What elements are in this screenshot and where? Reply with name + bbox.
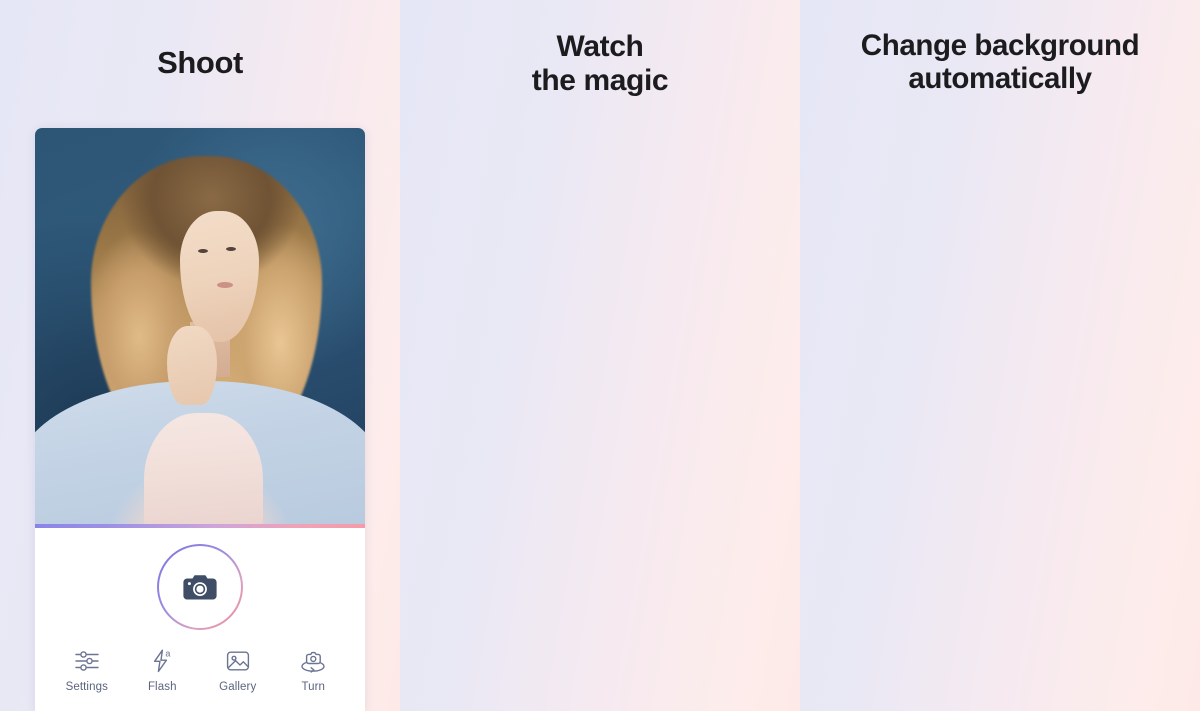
- phone-card-shoot: Settings a Flash Gallery Turn: [35, 128, 365, 711]
- page-title-shoot: Shoot: [0, 45, 400, 81]
- gallery-image-icon: [225, 648, 251, 674]
- settings-sliders-icon: [74, 648, 100, 674]
- title-line: Change background: [860, 29, 1140, 62]
- camera-preview[interactable]: [35, 128, 365, 524]
- camera-controls: Settings a Flash Gallery Turn: [35, 528, 365, 711]
- camera-icon: [183, 574, 217, 601]
- page-title-watch: Watch the magic: [400, 30, 800, 97]
- svg-text:a: a: [166, 648, 171, 658]
- toolbar-item-settings[interactable]: Settings: [50, 648, 124, 693]
- screenshot-root: Shoot Settings a Flash Gallery Turn Watc…: [0, 0, 1200, 711]
- subject-hand: [167, 326, 217, 406]
- subject-eye-left: [198, 248, 209, 253]
- panel-change-background: Change background automatically: [800, 0, 1200, 711]
- shutter-inner: [158, 545, 242, 629]
- flash-auto-icon: a: [149, 648, 175, 674]
- toolbar-label-turn: Turn: [301, 681, 326, 693]
- subject-eye-right: [226, 246, 237, 251]
- toolbar-label-flash: Flash: [147, 681, 177, 693]
- title-line: automatically: [908, 62, 1092, 96]
- camera-turn-icon: [300, 648, 326, 674]
- page-title-change-background: Change background automatically: [800, 29, 1200, 95]
- toolbar-label-settings: Settings: [65, 681, 108, 693]
- title-line: Watch: [556, 30, 644, 63]
- toolbar-item-flash[interactable]: a Flash: [125, 648, 199, 693]
- panel-watch-the-magic: Watch the magic: [400, 0, 800, 711]
- shutter-button[interactable]: [157, 544, 243, 630]
- toolbar-item-gallery[interactable]: Gallery: [201, 648, 275, 693]
- subject-sweater: [143, 413, 263, 524]
- title-line: Shoot: [157, 45, 243, 80]
- panel-shoot: Shoot Settings a Flash Gallery Turn: [0, 0, 400, 711]
- toolbar-item-turn[interactable]: Turn: [276, 648, 350, 693]
- title-line: the magic: [531, 63, 669, 97]
- camera-toolbar: Settings a Flash Gallery Turn: [35, 648, 365, 693]
- toolbar-label-gallery: Gallery: [219, 681, 257, 693]
